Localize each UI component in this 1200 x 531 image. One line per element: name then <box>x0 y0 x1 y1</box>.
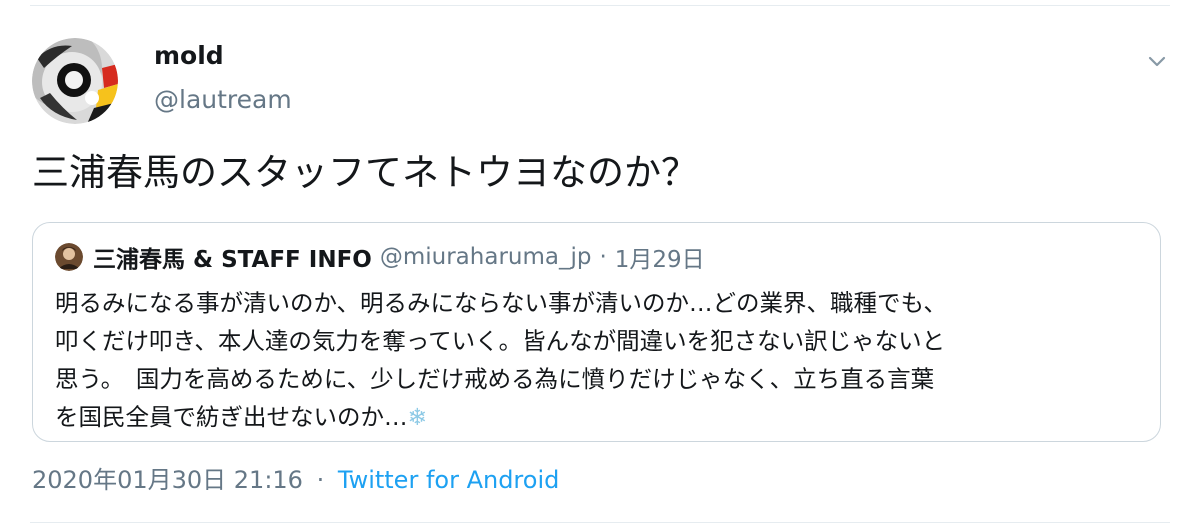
quoted-author-handle: @miuraharuma_jp <box>379 244 592 270</box>
quoted-separator: · <box>599 244 607 270</box>
quoted-date: 1月29日 <box>614 247 705 273</box>
author-display-name[interactable]: mold <box>154 38 224 74</box>
footer-separator: · <box>316 466 325 494</box>
quoted-text-line: を国民全員で紡ぎ出せないのか… <box>55 403 408 431</box>
chevron-down-icon[interactable] <box>1142 46 1172 76</box>
author-avatar[interactable] <box>32 38 118 124</box>
quoted-text-line: 明るみになる事が清いのか、明るみにならない事が清いのか…どの業界、職種でも、 <box>55 289 947 317</box>
quoted-text-line-last: を国民全員で紡ぎ出せないのか…❄ <box>55 398 1145 436</box>
tweet-source-link[interactable]: Twitter for Android <box>338 466 559 494</box>
quoted-tweet-card[interactable]: 三浦春馬 & STAFF INFO @miuraharuma_jp · 1月29… <box>32 222 1161 442</box>
tweet-text: 三浦春馬のスタッフてネトウヨなのか？ <box>32 151 698 194</box>
quoted-tweet-header: 三浦春馬 & STAFF INFO @miuraharuma_jp · 1月29… <box>55 239 705 275</box>
quoted-text-line: 叩くだけ叩き、本人達の気力を奪っていく。皆んなが間違いを犯さない訳じゃないと <box>55 327 946 355</box>
quoted-author-avatar[interactable] <box>55 243 83 271</box>
bottom-divider <box>30 522 1170 523</box>
tweet-timestamp[interactable]: 2020年01月30日 21:16 <box>32 466 303 494</box>
tweet-footer: 2020年01月30日 21:16 · Twitter for Android <box>32 462 559 498</box>
snowflake-icon: ❄ <box>407 403 428 431</box>
author-handle[interactable]: @lautream <box>154 82 292 118</box>
quoted-author-name[interactable]: 三浦春馬 & STAFF INFO <box>93 240 372 274</box>
quoted-tweet-body: 明るみになる事が清いのか、明るみにならない事が清いのか…どの業界、職種でも、 叩… <box>55 284 1145 436</box>
quoted-text-line: 思う。 国力を高めるために、少しだけ戒める為に憤りだけじゃなく、立ち直る言葉 <box>55 365 935 393</box>
top-divider <box>30 5 1170 6</box>
